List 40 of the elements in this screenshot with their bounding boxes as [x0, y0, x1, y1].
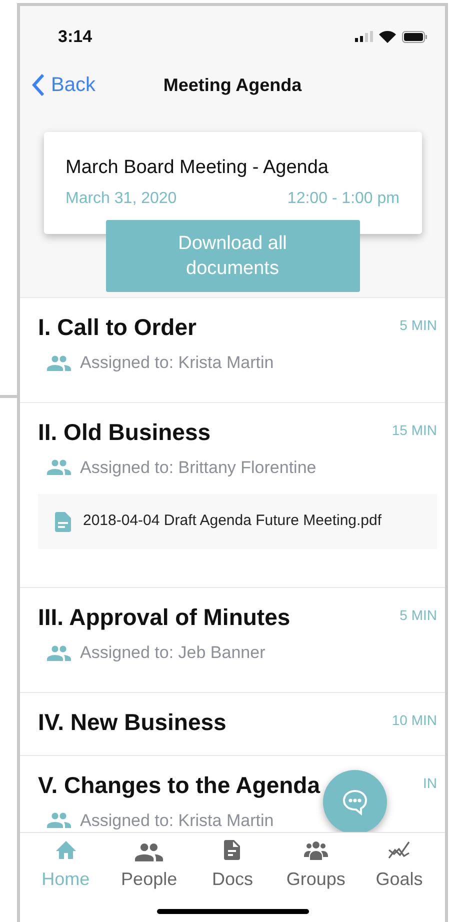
duration: 10 MIN — [392, 710, 437, 730]
document-link[interactable]: 2018-04-04 Draft Agenda Future Meeting.pdf — [38, 494, 437, 549]
people-icon — [47, 354, 71, 371]
battery-icon — [402, 30, 427, 42]
people-icon — [135, 842, 164, 862]
status-time: 3:14 — [58, 26, 92, 48]
assignee: Assigned to: Brittany Florentine — [80, 456, 316, 478]
wifi-icon — [379, 30, 396, 42]
agenda-title: III. Approval of Minutes — [38, 603, 290, 632]
agenda-item[interactable]: IV. New Business 10 MIN — [20, 692, 445, 754]
tab[interactable]: Goals — [359, 836, 440, 922]
agenda-title: I. Call to Order — [38, 313, 196, 342]
duration: 5 MIN — [400, 606, 437, 625]
agenda-title: IV. New Business — [38, 708, 226, 736]
meeting-time: 12:00 - 1:00 pm — [287, 189, 400, 209]
agenda-title: II. Old Business — [38, 418, 211, 446]
assignee: Assigned to: Jeb Banner — [80, 642, 266, 664]
agenda-item[interactable]: III. Approval of Minutes 5 MIN Assigned to: Jeb Banner — [20, 587, 445, 692]
duration: IN — [423, 774, 437, 792]
back-button[interactable]: Back — [32, 70, 96, 100]
meeting-date: March 31, 2020 — [66, 189, 177, 209]
assignee: Assigned to: Krista Martin — [80, 810, 274, 832]
tab[interactable]: Groups — [276, 836, 356, 922]
tab[interactable]: People — [109, 836, 190, 922]
agenda-title: V. Changes to the Agenda — [38, 770, 320, 800]
signal-icon — [355, 31, 373, 42]
agenda-item[interactable]: II. Old Business 15 MIN Assigned to: Brittany Florentine 2018-04-04 Draft Agenda Future Meeting.pdf — [20, 402, 445, 587]
document-icon — [55, 512, 71, 532]
people-icon — [47, 459, 71, 476]
assignee: Assigned to: Krista Martin — [80, 352, 274, 374]
duration: 15 MIN — [392, 420, 437, 440]
chevron-left-icon — [32, 73, 45, 97]
people-icon — [47, 812, 71, 828]
duration: 5 MIN — [400, 316, 437, 335]
chat-bubble-icon — [341, 788, 369, 816]
people-icon — [47, 644, 71, 661]
page-title: Meeting Agenda — [163, 74, 302, 97]
agenda-item[interactable]: I. Call to Order 5 MIN Assigned to: Krista Martin — [20, 297, 445, 402]
meeting-title: March Board Meeting - Agenda — [66, 156, 330, 180]
tab[interactable]: Docs — [192, 836, 272, 922]
